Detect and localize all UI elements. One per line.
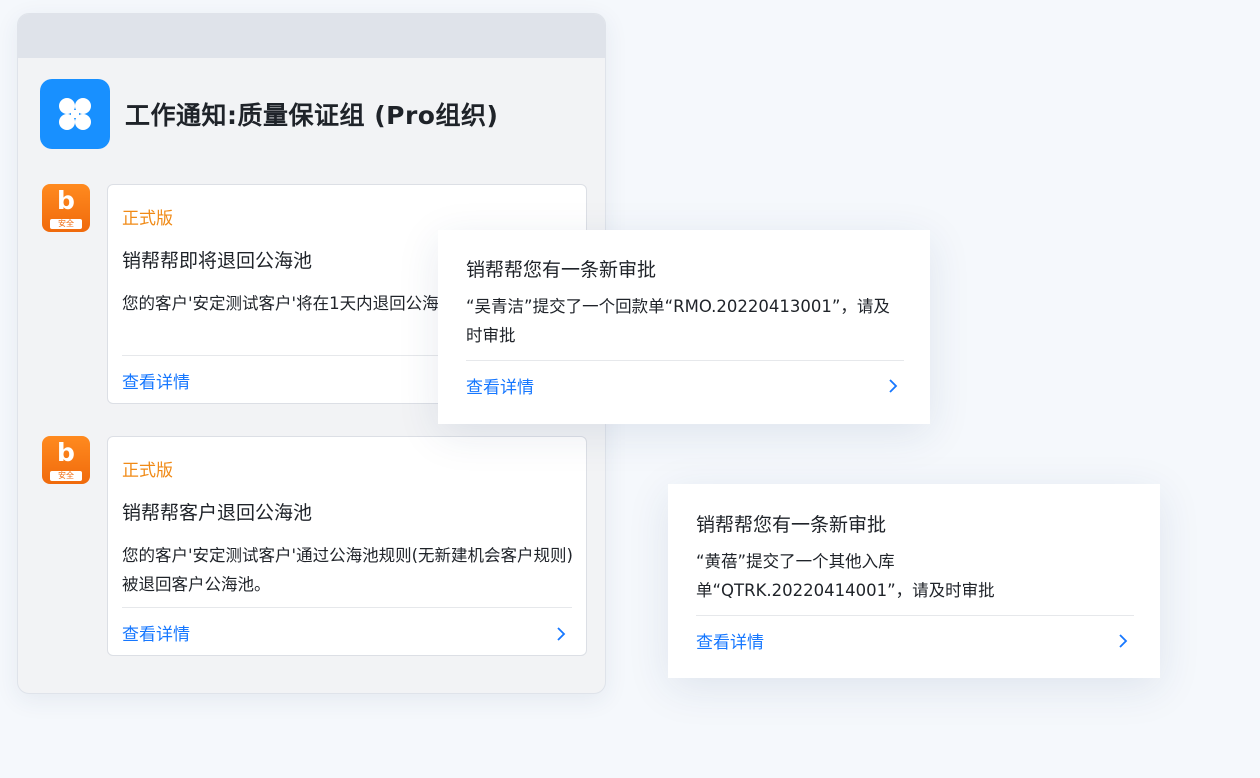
page-title: 工作通知:质量保证组 (Pro组织)	[125, 101, 499, 130]
app-logo-icon	[40, 79, 110, 149]
chevron-right-icon[interactable]	[556, 626, 566, 642]
bot-avatar-icon: b 安全	[42, 436, 90, 484]
approval-body: “吴青洁”提交了一个回款单“RMO.20220413001”，请及时审批	[466, 297, 890, 345]
version-label: 正式版	[122, 209, 173, 229]
bot-avatar-icon: b 安全	[42, 184, 90, 232]
approval-title: 销帮帮您有一条新审批	[696, 514, 887, 536]
card-body: 您的客户'安定测试客户'通过公海池规则(无新建机会客户规则)被退回客户公海池。	[122, 546, 573, 594]
approval-body: “黄蓓”提交了一个其他入库单“QTRK.20220414001”，请及时审批	[696, 552, 995, 600]
view-details-link[interactable]: 查看详情	[122, 368, 190, 393]
view-details-link[interactable]: 查看详情	[466, 373, 534, 398]
approval-card: 销帮帮您有一条新审批 “吴青洁”提交了一个回款单“RMO.20220413001…	[438, 230, 930, 424]
version-label: 正式版	[122, 461, 173, 481]
view-details-link[interactable]: 查看详情	[696, 628, 764, 653]
chevron-right-icon[interactable]	[888, 378, 898, 394]
notification-card: 正式版 销帮帮客户退回公海池 您的客户'安定测试客户'通过公海池规则(无新建机会…	[107, 436, 587, 656]
card-title: 销帮帮客户退回公海池	[122, 502, 313, 524]
divider	[466, 360, 904, 361]
divider	[696, 615, 1134, 616]
approval-card: 销帮帮您有一条新审批 “黄蓓”提交了一个其他入库单“QTRK.202204140…	[668, 484, 1160, 678]
view-details-link[interactable]: 查看详情	[122, 620, 190, 645]
chevron-right-icon[interactable]	[1118, 633, 1128, 649]
divider	[122, 607, 572, 608]
approval-title: 销帮帮您有一条新审批	[466, 259, 657, 281]
card-title: 销帮帮即将退回公海池	[122, 250, 313, 272]
panel-header-bar	[18, 14, 605, 58]
